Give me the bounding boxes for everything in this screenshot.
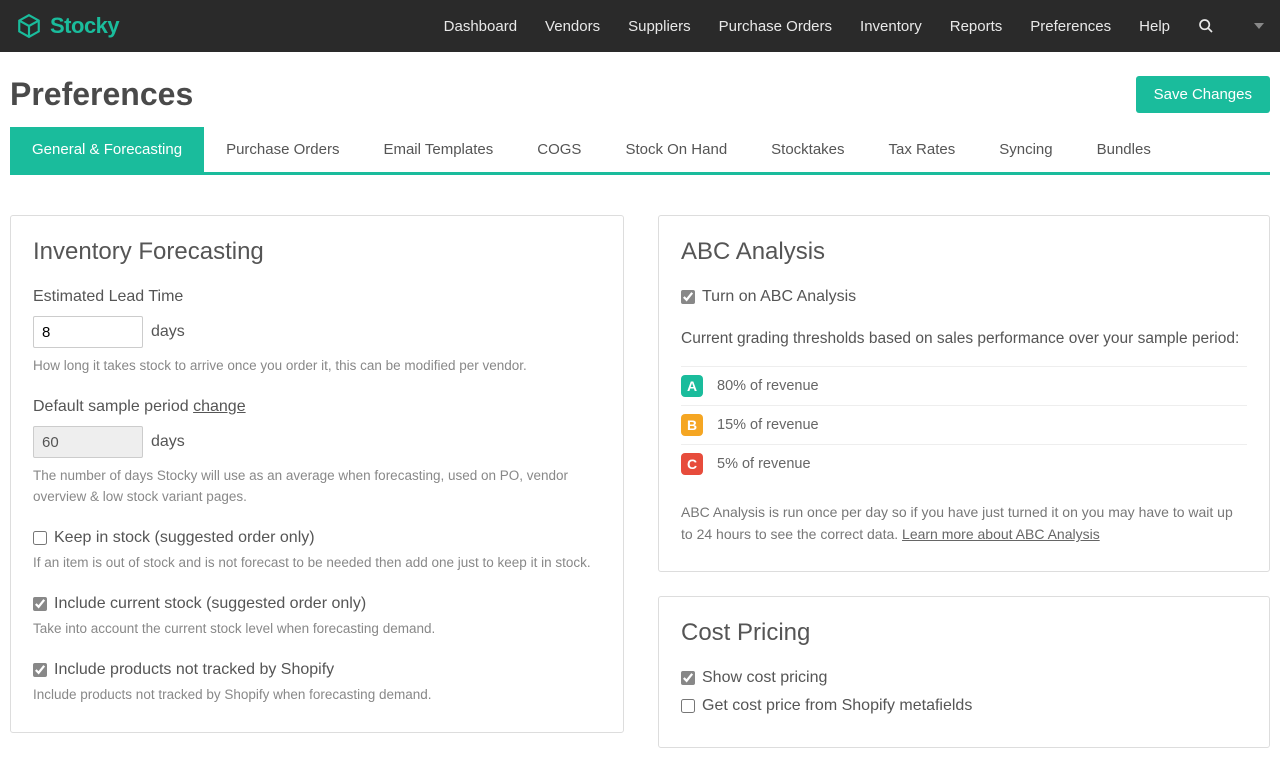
tab-cogs[interactable]: COGS [515, 127, 603, 172]
show-cost-label: Show cost pricing [702, 669, 827, 687]
tab-purchase-orders[interactable]: Purchase Orders [204, 127, 361, 172]
page-header: Preferences Save Changes [0, 52, 1280, 127]
include-current-checkbox[interactable] [33, 597, 47, 611]
include-untracked-label: Include products not tracked by Shopify [54, 661, 334, 679]
include-current-label: Include current stock (suggested order o… [54, 595, 366, 613]
tab-syncing[interactable]: Syncing [977, 127, 1074, 172]
tab-general-forecasting[interactable]: General & Forecasting [10, 127, 204, 172]
cost-pricing-card: Cost Pricing Show cost pricing Get cost … [658, 596, 1270, 748]
sample-period-unit: days [151, 433, 185, 451]
nav-dashboard[interactable]: Dashboard [444, 18, 517, 35]
sample-change-link[interactable]: change [193, 398, 246, 415]
search-icon[interactable] [1198, 18, 1214, 34]
lead-time-label: Estimated Lead Time [33, 288, 601, 306]
include-current-help: Take into account the current stock leve… [33, 619, 601, 639]
top-nav: Stocky Dashboard Vendors Suppliers Purch… [0, 0, 1280, 52]
cost-metafields-checkbox[interactable] [681, 699, 695, 713]
grade-text-b: 15% of revenue [717, 417, 819, 433]
keep-in-stock-checkbox[interactable] [33, 531, 47, 545]
grade-row-c: C 5% of revenue [681, 444, 1247, 483]
page-title: Preferences [10, 76, 193, 113]
show-cost-checkbox[interactable] [681, 671, 695, 685]
nav-suppliers[interactable]: Suppliers [628, 18, 691, 35]
logo-text: Stocky [50, 13, 119, 39]
keep-in-stock-label: Keep in stock (suggested order only) [54, 529, 315, 547]
nav-reports[interactable]: Reports [950, 18, 1003, 35]
abc-note: ABC Analysis is run once per day so if y… [681, 501, 1247, 546]
logo[interactable]: Stocky [16, 13, 119, 39]
nav-preferences[interactable]: Preferences [1030, 18, 1111, 35]
tabs: General & Forecasting Purchase Orders Em… [10, 127, 1270, 175]
tab-stocktakes[interactable]: Stocktakes [749, 127, 866, 172]
sample-period-input [33, 426, 143, 458]
logo-box-icon [16, 13, 42, 39]
lead-time-help: How long it takes stock to arrive once y… [33, 356, 601, 376]
grade-text-c: 5% of revenue [717, 456, 811, 472]
abc-enable-label: Turn on ABC Analysis [702, 288, 856, 306]
abc-analysis-card: ABC Analysis Turn on ABC Analysis Curren… [658, 215, 1270, 572]
grade-badge-b: B [681, 414, 703, 436]
grade-row-b: B 15% of revenue [681, 405, 1247, 444]
lead-time-input[interactable] [33, 316, 143, 348]
card-title-abc: ABC Analysis [681, 238, 1247, 266]
keep-in-stock-help: If an item is out of stock and is not fo… [33, 553, 601, 573]
include-untracked-checkbox[interactable] [33, 663, 47, 677]
abc-learn-more-link[interactable]: Learn more about ABC Analysis [902, 526, 1100, 542]
nav-items: Dashboard Vendors Suppliers Purchase Ord… [444, 18, 1264, 35]
abc-intro: Current grading thresholds based on sale… [681, 328, 1247, 350]
card-title-forecasting: Inventory Forecasting [33, 238, 601, 266]
user-menu-caret-icon[interactable] [1254, 21, 1264, 31]
tab-stock-on-hand[interactable]: Stock On Hand [603, 127, 749, 172]
sample-period-help: The number of days Stocky will use as an… [33, 466, 601, 507]
include-untracked-help: Include products not tracked by Shopify … [33, 685, 601, 705]
nav-help[interactable]: Help [1139, 18, 1170, 35]
grade-badge-a: A [681, 375, 703, 397]
grade-row-a: A 80% of revenue [681, 366, 1247, 405]
nav-inventory[interactable]: Inventory [860, 18, 922, 35]
sample-label-prefix: Default sample period [33, 398, 193, 415]
sample-period-label: Default sample period change [33, 398, 601, 416]
tab-bundles[interactable]: Bundles [1075, 127, 1173, 172]
tab-tax-rates[interactable]: Tax Rates [867, 127, 978, 172]
abc-enable-checkbox[interactable] [681, 290, 695, 304]
lead-time-unit: days [151, 323, 185, 341]
card-title-cost: Cost Pricing [681, 619, 1247, 647]
cost-metafields-label: Get cost price from Shopify metafields [702, 697, 972, 715]
nav-vendors[interactable]: Vendors [545, 18, 600, 35]
grade-badge-c: C [681, 453, 703, 475]
nav-purchase-orders[interactable]: Purchase Orders [719, 18, 832, 35]
save-changes-button[interactable]: Save Changes [1136, 76, 1270, 113]
grade-text-a: 80% of revenue [717, 378, 819, 394]
tab-email-templates[interactable]: Email Templates [361, 127, 515, 172]
content: Inventory Forecasting Estimated Lead Tim… [0, 175, 1280, 772]
inventory-forecasting-card: Inventory Forecasting Estimated Lead Tim… [10, 215, 624, 733]
